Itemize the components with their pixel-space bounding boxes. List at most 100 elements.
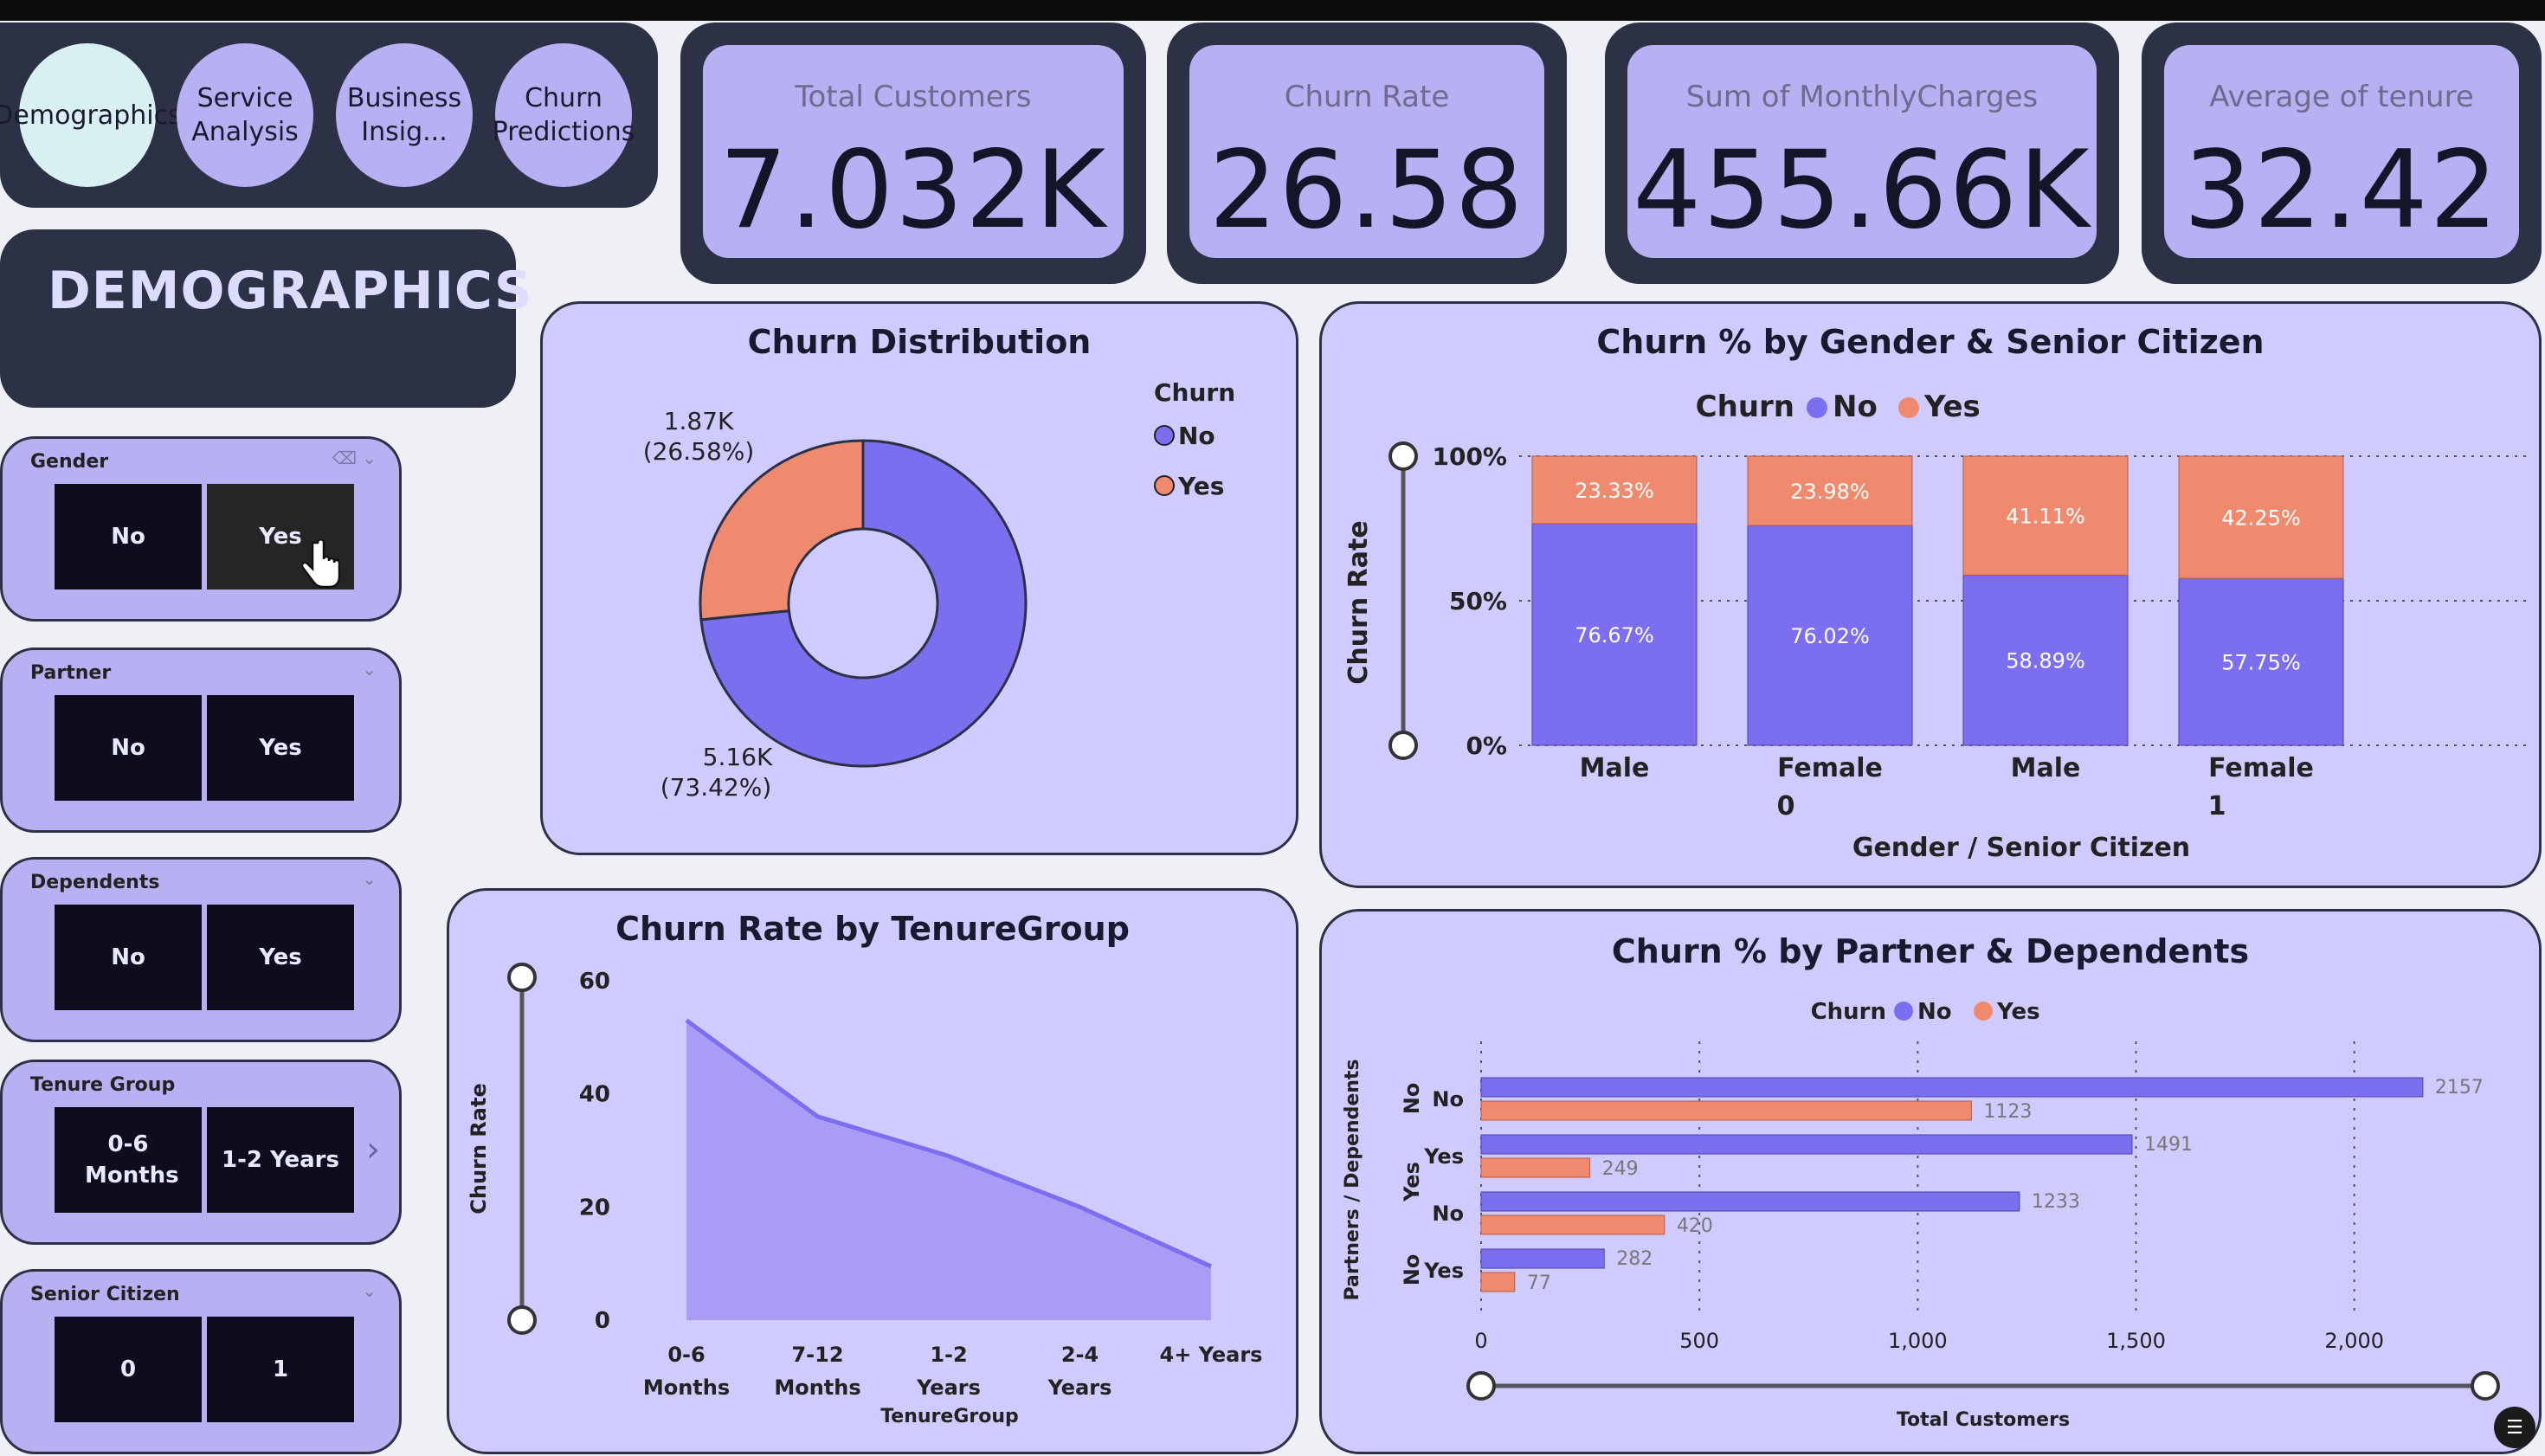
group-label: No <box>1400 1254 1424 1286</box>
y-tick-label: 20 <box>579 1195 610 1221</box>
kpi-total-customers: Total Customers 7.032K <box>680 23 1146 284</box>
kpi-churn-rate: Churn Rate 26.58 <box>1167 23 1567 284</box>
kpi-label: Churn Rate <box>1284 80 1450 114</box>
nav-demographics-label: Demographics <box>0 100 182 131</box>
y-axis-label: Partners / Dependents <box>1342 1059 1363 1300</box>
legend-yes-swatch <box>1898 397 1919 418</box>
y-tick-label: Yes <box>1423 1144 1464 1169</box>
kpi-value: 7.032K <box>718 128 1108 253</box>
slicer-title: Partner <box>30 662 112 684</box>
bar-yes-value: 77 <box>1527 1272 1551 1294</box>
x-tick-label: 1-2 Years <box>916 1343 981 1400</box>
legend-no-label: No <box>1178 422 1215 450</box>
chevron-down-icon[interactable]: ⌄ <box>362 868 377 889</box>
y-tick-label: 100% <box>1432 442 1507 471</box>
bar-yes-value: 420 <box>1677 1215 1713 1237</box>
bar-no-0[interactable] <box>1480 1077 2424 1098</box>
bar-yes-3[interactable] <box>1480 1272 1516 1292</box>
kpi-label: Total Customers <box>795 80 1032 114</box>
x-tick-label: 1,500 <box>2106 1329 2166 1353</box>
nav-service-analysis-button[interactable]: Service Analysis <box>177 43 313 187</box>
y-tick-label: 0 <box>595 1308 610 1334</box>
legend-no-label: No <box>1917 999 1952 1025</box>
option-label: Yes <box>259 524 302 550</box>
x-axis-label: TenureGroup <box>880 1406 1019 1427</box>
bar-yes-1[interactable] <box>1480 1157 1591 1178</box>
kpi-value: 26.58 <box>1208 128 1525 253</box>
bar-yes-0[interactable] <box>1480 1100 1972 1121</box>
group-label-0: 0 <box>1777 791 1795 821</box>
legend-no-swatch <box>1154 425 1175 446</box>
tenure-0-6-months-button[interactable]: 0-6 Months <box>55 1107 202 1213</box>
bar-no-label: 58.89% <box>2006 649 2085 673</box>
gender-no-button[interactable]: No <box>55 484 202 589</box>
partner-no-button[interactable]: No <box>55 695 202 801</box>
dependents-no-button[interactable]: No <box>55 905 202 1010</box>
senior-1-button[interactable]: 1 <box>207 1317 354 1422</box>
x-tick-label: Female <box>2208 753 2314 783</box>
legend-title: Churn <box>1811 999 1886 1025</box>
area-chart: Churn Rate 0 20 40 60 0-6 Months 7-12 Months 1-2… <box>467 963 1262 1427</box>
legend-no-swatch <box>1807 397 1827 418</box>
no-value-label: 5.16K <box>703 743 773 771</box>
slicer-title: Tenure Group <box>30 1074 176 1096</box>
chevron-down-icon[interactable]: ⌄ <box>362 1280 377 1301</box>
nav-business-insights-button[interactable]: Business Insig... <box>336 43 473 187</box>
partner-yes-button[interactable]: Yes <box>207 695 354 801</box>
option-label: 1 <box>272 1356 289 1382</box>
y-axis-label: Churn Rate <box>1343 520 1374 684</box>
slicer-title: Dependents <box>30 872 160 893</box>
no-percent-label: (73.42%) <box>660 773 772 802</box>
bar-yes-value: 249 <box>1602 1158 1639 1180</box>
y-range-slider-handle-bottom[interactable] <box>1388 731 1418 760</box>
churn-distribution-card: Churn Distribution 1.87K (26.58%) 5.16K … <box>540 301 1298 855</box>
y-range-slider-handle-bottom[interactable] <box>507 1305 537 1335</box>
bar-yes-2[interactable] <box>1480 1214 1666 1235</box>
nav-service-analysis-label: Service Analysis <box>191 83 299 147</box>
group-label: Yes <box>1400 1162 1424 1202</box>
eraser-icon[interactable]: ⌫ ⌄ <box>332 448 377 468</box>
bar-no-value: 1491 <box>2144 1134 2193 1156</box>
bar-no-1[interactable] <box>1480 1134 2133 1155</box>
yes-value-label: 1.87K <box>664 407 734 435</box>
nav-churn-predictions-label: Churn Predictions <box>492 83 635 147</box>
x-range-slider-handle-right[interactable] <box>2471 1371 2500 1401</box>
chat-icon[interactable]: ☰ <box>2494 1407 2535 1448</box>
x-axis-label: Gender / Senior Citizen <box>1852 833 2190 863</box>
y-tick-label: No <box>1432 1087 1464 1111</box>
y-range-slider-handle-top[interactable] <box>507 963 537 992</box>
bar-no-2[interactable] <box>1480 1191 2020 1212</box>
option-label: 0-6 Months <box>85 1131 179 1189</box>
donut-slice-yes[interactable] <box>699 439 865 622</box>
slicer-senior-citizen: Senior Citizen ⌄ 0 1 <box>0 1269 402 1454</box>
option-label: No <box>111 735 145 761</box>
bar-yes-label: 41.11% <box>2006 505 2085 529</box>
bar-no-3[interactable] <box>1480 1248 1605 1269</box>
kpi-monthly-charges: Sum of MonthlyCharges 455.66K <box>1605 23 2119 284</box>
chevron-right-icon[interactable]: › <box>366 1130 380 1169</box>
bar-yes-label: 42.25% <box>2221 506 2301 531</box>
chevron-down-icon[interactable]: ⌄ <box>362 659 377 680</box>
slicer-gender: Gender ⌫ ⌄ No Yes <box>0 436 402 622</box>
dependents-yes-button[interactable]: Yes <box>207 905 354 1010</box>
y-axis-label: Churn Rate <box>467 1083 491 1214</box>
y-range-slider-handle-top[interactable] <box>1388 441 1418 471</box>
x-tick-label: Male <box>2011 753 2081 783</box>
y-tick-label: 40 <box>579 1082 610 1108</box>
kpi-value: 32.42 <box>2183 128 2500 253</box>
stacked-bar-chart: Churn No Yes Churn Rate 0% 50% 100% 76.67%… <box>1343 390 2527 863</box>
y-tick-label: 50% <box>1449 587 1507 615</box>
hand-cursor-icon <box>302 539 341 589</box>
option-label: 0 <box>119 1356 137 1382</box>
x-tick-label: Male <box>1580 753 1650 783</box>
senior-0-button[interactable]: 0 <box>55 1317 202 1422</box>
legend-no-label: No <box>1833 390 1878 424</box>
window-top-bar <box>0 0 2545 21</box>
x-tick-label: 0 <box>1474 1329 1487 1353</box>
nav-churn-predictions-button[interactable]: Churn Predictions <box>492 43 635 187</box>
x-tick-label: 1,000 <box>1888 1329 1948 1353</box>
x-range-slider-handle-left[interactable] <box>1466 1371 1496 1401</box>
bar-no-value: 282 <box>1616 1248 1653 1270</box>
tenure-1-2-years-button[interactable]: 1-2 Years <box>207 1107 354 1213</box>
nav-demographics-button[interactable]: Demographics <box>0 43 182 187</box>
